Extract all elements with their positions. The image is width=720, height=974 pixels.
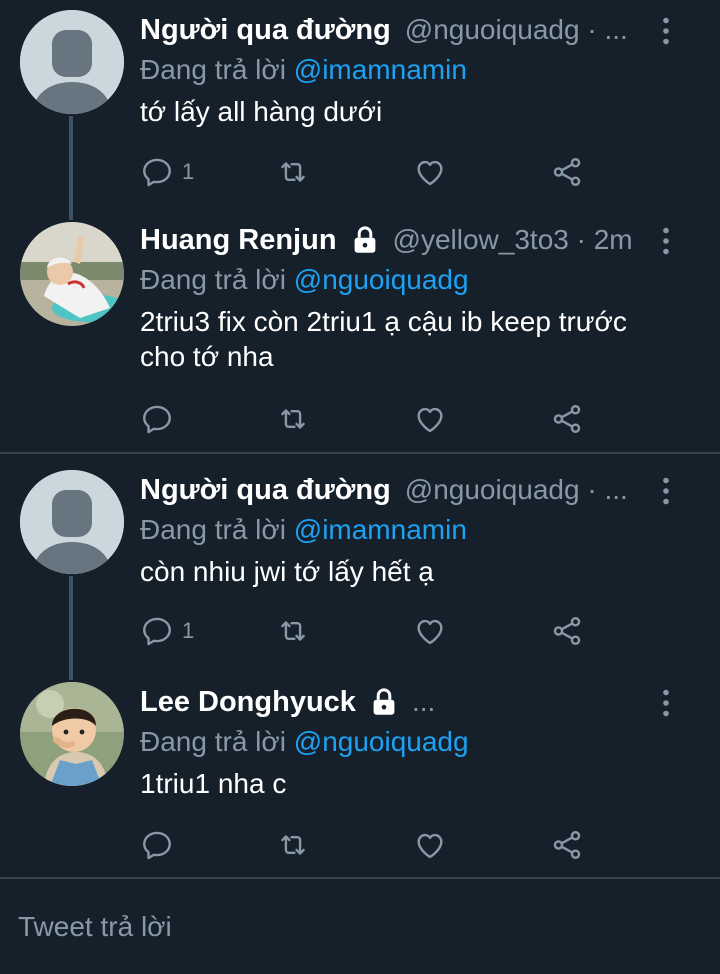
more-icon[interactable]	[652, 474, 680, 508]
lock-icon	[351, 225, 379, 255]
tweet-text: còn nhiu jwi tớ lấy hết ạ	[140, 556, 434, 587]
display-name[interactable]: Lee Donghyuck	[140, 686, 356, 719]
reply-to-prefix: Đang trả lời	[140, 726, 294, 757]
divider	[0, 877, 720, 879]
reply-composer	[0, 880, 720, 974]
thread-line	[69, 576, 73, 680]
tweet-actions: 1	[140, 611, 600, 651]
retweet-button[interactable]	[276, 611, 310, 651]
tweet[interactable]: Huang Renjun @yellow_3to3 · 2m Đang trả …	[0, 220, 720, 450]
reply-count: 1	[182, 159, 195, 184]
like-button[interactable]	[413, 399, 447, 439]
share-button[interactable]	[550, 611, 584, 651]
reply-to-prefix: Đang trả lời	[140, 264, 294, 295]
user-handle[interactable]: ...	[412, 686, 435, 718]
tweet[interactable]: Người qua đường @nguoiquadg · ... Đang t…	[0, 10, 720, 220]
avatar[interactable]	[20, 10, 124, 114]
more-icon[interactable]	[652, 686, 680, 720]
avatar[interactable]	[20, 222, 124, 326]
reply-icon	[140, 828, 174, 862]
retweet-button[interactable]	[276, 399, 310, 439]
display-name[interactable]: Huang Renjun	[140, 224, 337, 257]
tweet-actions	[140, 399, 600, 439]
like-icon	[413, 155, 447, 189]
default-avatar-icon	[20, 10, 124, 114]
tweet-actions: 1	[140, 152, 600, 192]
avatar[interactable]	[20, 470, 124, 574]
tweet-text: 2triu3 fix còn 2triu1 ạ cậu ib keep trướ…	[140, 306, 627, 372]
reply-input[interactable]	[0, 880, 720, 974]
tweet[interactable]: Lee Donghyuck ... Đang trả lời @nguoiqua…	[0, 682, 720, 878]
thread-line	[69, 116, 73, 220]
reply-to: Đang trả lời @nguoiquadg	[140, 264, 469, 296]
display-name[interactable]: Người qua đường	[140, 474, 391, 507]
lock-icon	[370, 687, 398, 717]
like-icon	[413, 828, 447, 862]
retweet-button[interactable]	[276, 152, 310, 192]
retweet-button[interactable]	[276, 825, 310, 865]
retweet-icon	[276, 614, 310, 648]
reply-icon	[140, 402, 174, 436]
reply-to: Đang trả lời @imamnamin	[140, 54, 467, 86]
share-button[interactable]	[550, 825, 584, 865]
retweet-icon	[276, 155, 310, 189]
user-handle[interactable]: @nguoiquadg · ...	[405, 474, 628, 506]
photo-avatar-icon	[20, 682, 124, 786]
divider	[0, 452, 720, 454]
like-icon	[413, 402, 447, 436]
share-icon	[550, 828, 584, 862]
share-button[interactable]	[550, 399, 584, 439]
like-icon	[413, 614, 447, 648]
reply-to: Đang trả lời @imamnamin	[140, 514, 467, 546]
retweet-icon	[276, 828, 310, 862]
reply-to: Đang trả lời @nguoiquadg	[140, 726, 469, 758]
like-button[interactable]	[413, 825, 447, 865]
reply-button[interactable]: 1	[140, 152, 194, 192]
avatar[interactable]	[20, 682, 124, 786]
reply-to-prefix: Đang trả lời	[140, 514, 294, 545]
user-handle[interactable]: @yellow_3to3 · 2m	[393, 224, 633, 256]
user-handle[interactable]: @nguoiquadg · ...	[405, 14, 628, 46]
share-icon	[550, 402, 584, 436]
share-button[interactable]	[550, 152, 584, 192]
photo-avatar-icon	[20, 222, 124, 326]
display-name[interactable]: Người qua đường	[140, 14, 391, 47]
reply-button[interactable]: 1	[140, 611, 194, 651]
tweet-actions	[140, 825, 600, 865]
reply-button[interactable]	[140, 399, 174, 439]
like-button[interactable]	[413, 611, 447, 651]
reply-icon	[140, 155, 174, 189]
reply-icon	[140, 614, 174, 648]
tweet-text: 1triu1 nha c	[140, 768, 287, 799]
like-button[interactable]	[413, 152, 447, 192]
reply-button[interactable]	[140, 825, 174, 865]
retweet-icon	[276, 402, 310, 436]
share-icon	[550, 614, 584, 648]
reply-mention[interactable]: @imamnamin	[294, 54, 467, 85]
reply-mention[interactable]: @nguoiquadg	[294, 726, 469, 757]
default-avatar-icon	[20, 470, 124, 574]
tweet-text: tớ lấy all hàng dưới	[140, 96, 383, 127]
more-icon[interactable]	[652, 224, 680, 258]
reply-count: 1	[182, 618, 195, 643]
tweet[interactable]: Người qua đường @nguoiquadg · ... Đang t…	[0, 470, 720, 680]
reply-mention[interactable]: @nguoiquadg	[294, 264, 469, 295]
reply-to-prefix: Đang trả lời	[140, 54, 294, 85]
reply-mention[interactable]: @imamnamin	[294, 514, 467, 545]
share-icon	[550, 155, 584, 189]
more-icon[interactable]	[652, 14, 680, 48]
